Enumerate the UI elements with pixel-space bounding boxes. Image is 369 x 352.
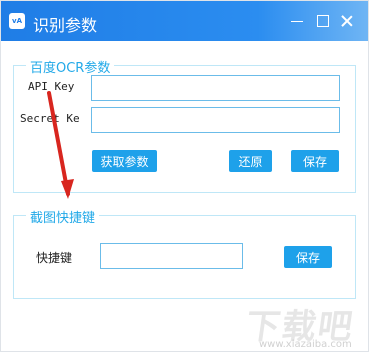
get-params-button[interactable]: 获取参数 [92, 150, 157, 172]
shortcut-group: 截图快捷键 快捷键 保存 [13, 207, 356, 299]
title-bar[interactable]: vA 识别参数 [1, 1, 368, 41]
shortcut-input[interactable] [100, 243, 243, 269]
save-ocr-button[interactable]: 保存 [291, 150, 339, 172]
reset-button[interactable]: 还原 [229, 150, 272, 172]
main-window: vA 识别参数 百度OCR参数 API Key Secret Ke 获取参数 还… [0, 0, 369, 352]
close-button[interactable] [341, 15, 353, 27]
save-shortcut-button[interactable]: 保存 [284, 246, 332, 268]
maximize-button[interactable] [317, 15, 329, 27]
window-title: 识别参数 [33, 16, 98, 35]
secret-key-input[interactable] [91, 107, 340, 133]
app-icon: vA [9, 13, 25, 29]
watermark-url: www.xiazaiba.com [259, 339, 352, 350]
api-key-input[interactable] [91, 75, 340, 101]
shortcut-title: 截图快捷键 [26, 207, 100, 226]
ocr-settings-title: 百度OCR参数 [26, 57, 115, 76]
minimize-button[interactable] [291, 15, 303, 27]
annotation-arrow [47, 91, 74, 199]
shortcut-label: 快捷键 [36, 251, 73, 265]
